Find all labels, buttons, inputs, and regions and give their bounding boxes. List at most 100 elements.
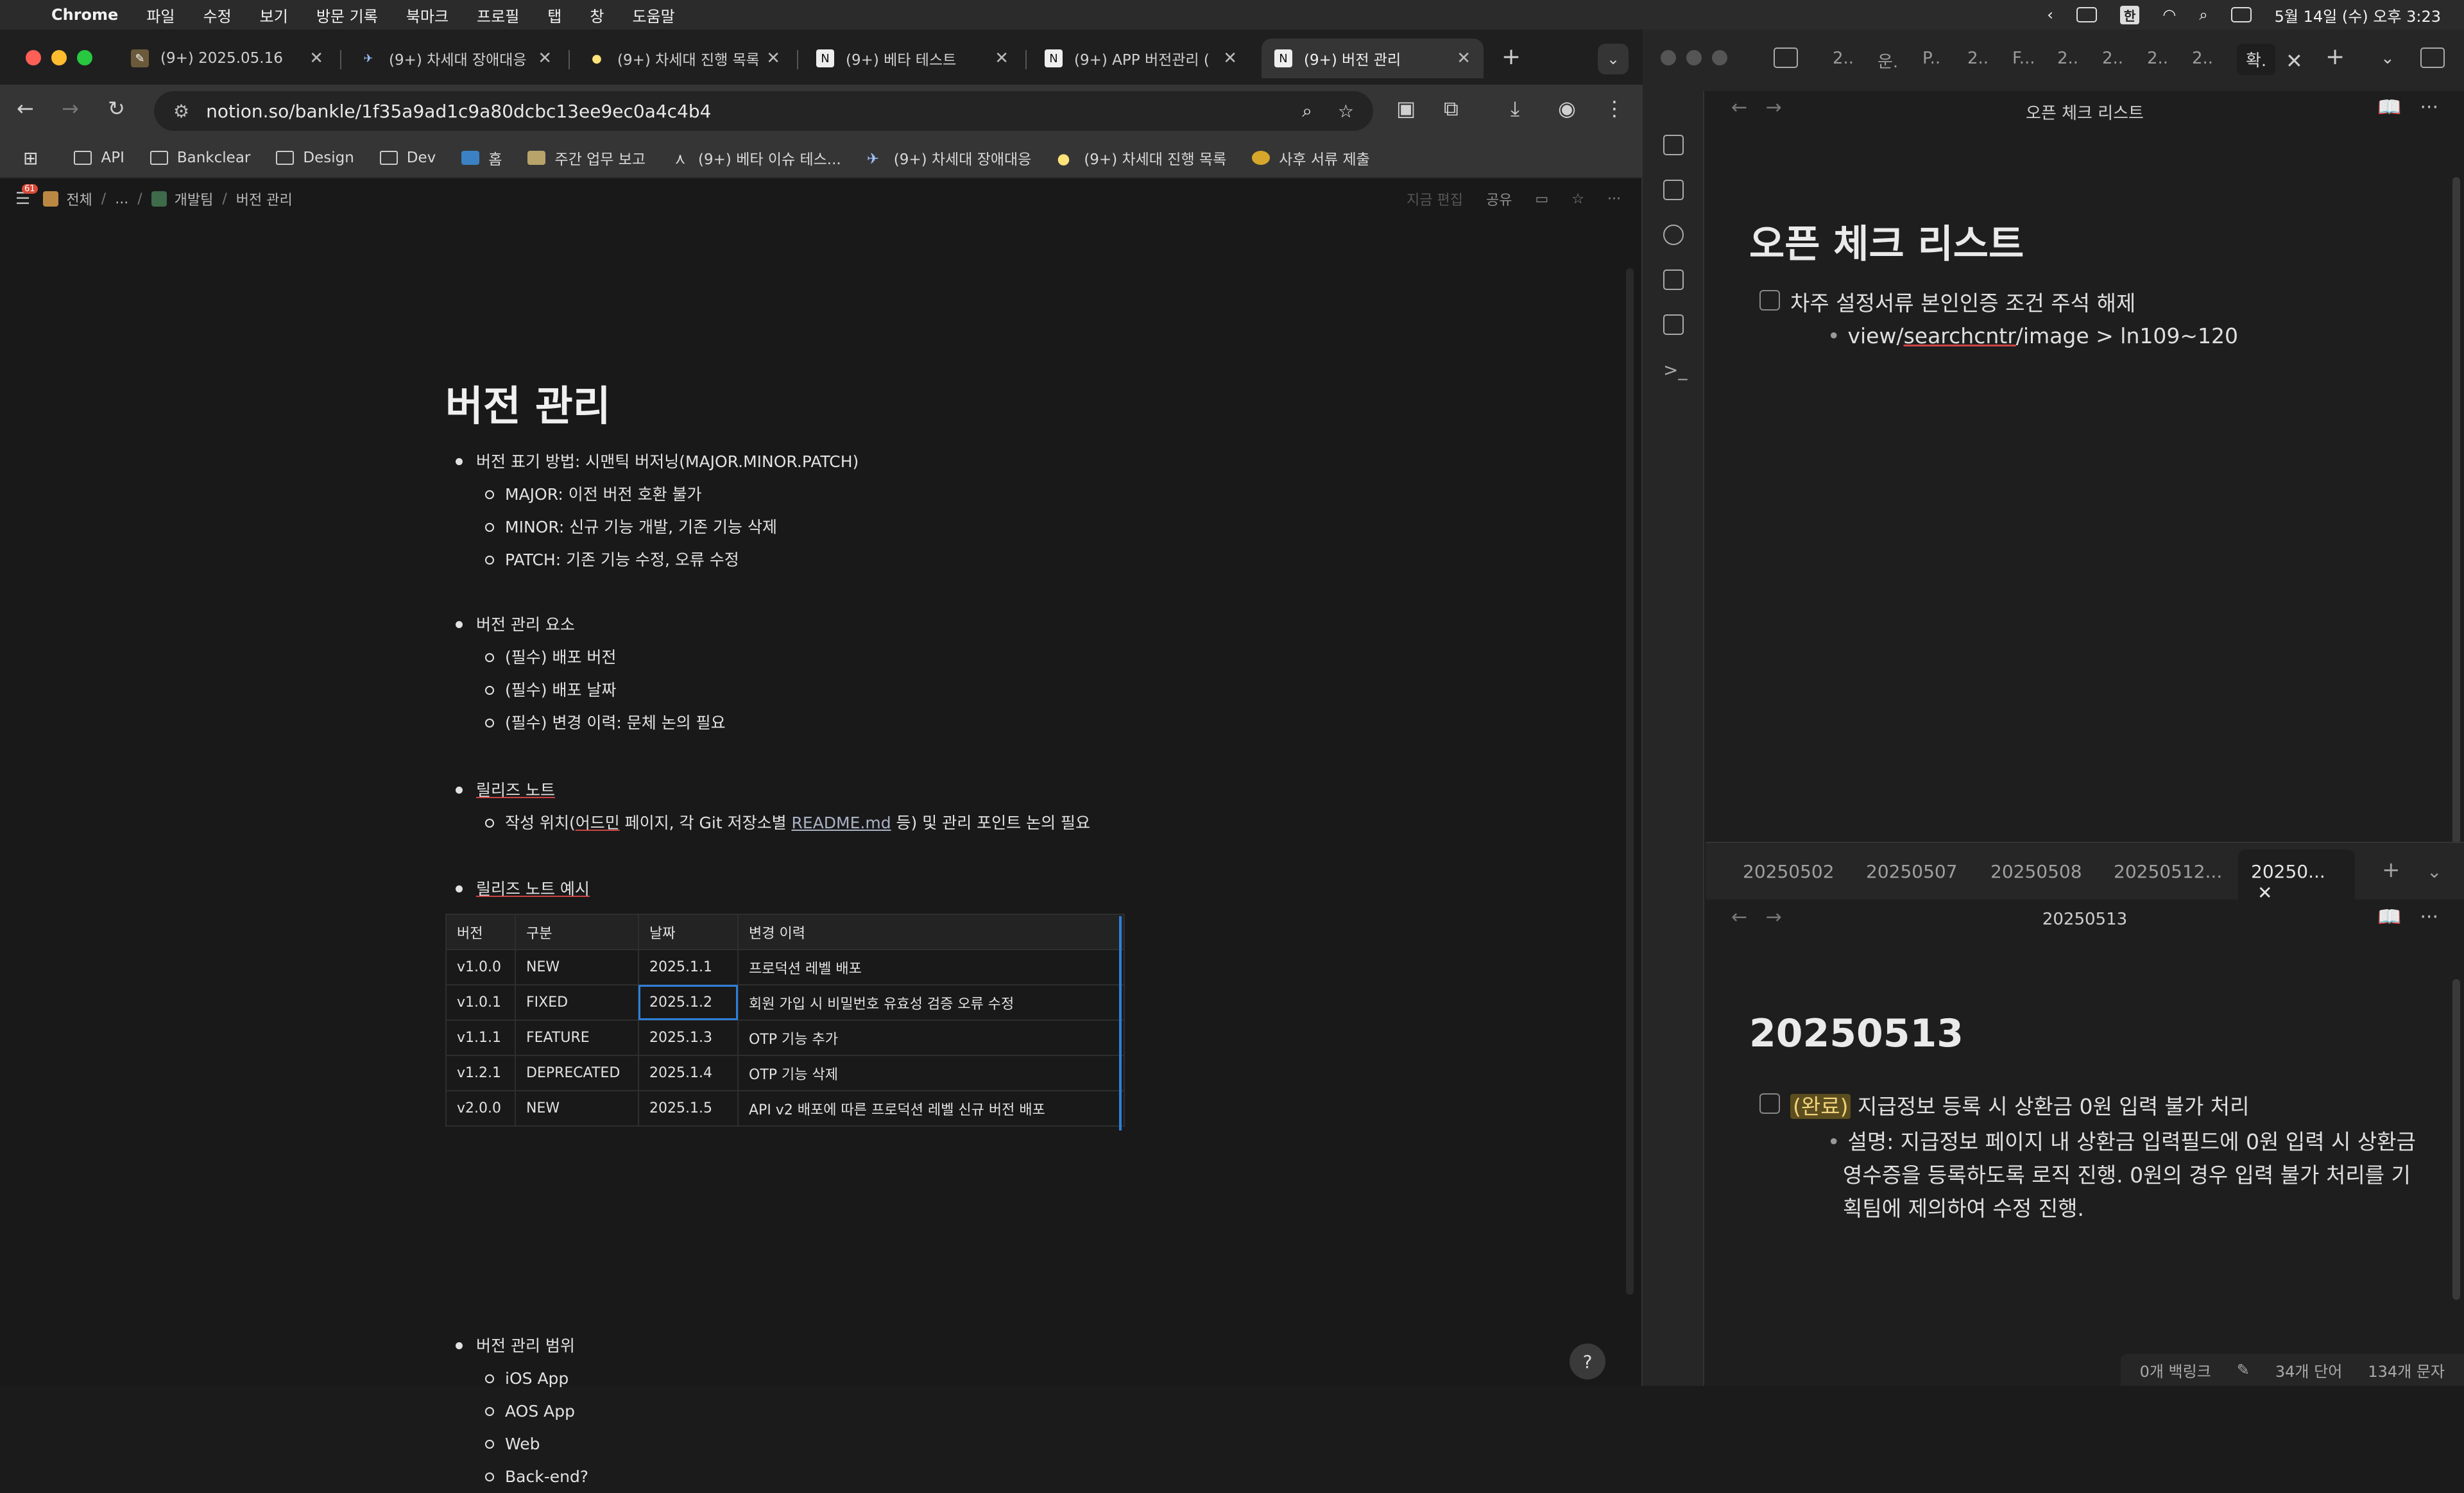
tab-item[interactable]: 20250508 (1990, 861, 2082, 882)
extensions-icon[interactable]: ⧉ (1444, 96, 1459, 121)
minimize-window-button[interactable] (51, 50, 67, 65)
list-item[interactable]: 버전 관리 요소 (453, 608, 726, 641)
table-cell[interactable]: v1.0.0 (445, 949, 516, 985)
new-tab-icon[interactable]: + (2325, 44, 2345, 70)
list-item[interactable]: 작성 위치(어드민 페이지, 각 Git 저장소별 README.md 등) 및… (453, 806, 1090, 839)
close-icon[interactable]: ✕ (995, 49, 1009, 68)
table-cell[interactable]: v1.1.1 (445, 1020, 516, 1056)
minimize-window-button[interactable] (1686, 50, 1702, 65)
table-cell[interactable]: DEPRECATED (515, 1055, 639, 1091)
terminal-icon[interactable]: >_ (1663, 359, 1687, 380)
bookmark-incident-response[interactable]: ✈ (9+) 차세대 장애대응 (867, 147, 1032, 169)
task-text[interactable]: 차주 설정서류 본인인증 조건 주석 해제 (1790, 286, 2135, 317)
table-cell[interactable]: 2025.1.1 (638, 949, 739, 985)
note-title-header[interactable]: 오픈 체크 리스트 (1706, 100, 2464, 124)
control-center-icon[interactable] (2230, 7, 2252, 22)
graph-icon[interactable] (1663, 225, 1684, 245)
apps-grid-icon[interactable]: ⊞ (23, 148, 38, 169)
site-info-icon[interactable]: ⚙ (173, 101, 189, 122)
tab-app-version[interactable]: N (9+) APP 버전관리 ( ✕ (1032, 38, 1250, 78)
more-icon[interactable]: ··· (1607, 191, 1621, 207)
sub-bullet[interactable]: • view/searchcntr/image > ln109~120 (1827, 323, 2238, 348)
chevron-left-icon[interactable]: ‹ (2047, 6, 2053, 24)
tab-item[interactable]: 20250507 (1866, 861, 1958, 882)
close-icon[interactable]: ✕ (766, 49, 780, 68)
note-heading[interactable]: 20250513 (1749, 1011, 1964, 1056)
tab-item[interactable]: F... (2012, 49, 2035, 68)
search-icon[interactable]: ⌕ (2199, 6, 2207, 24)
list-item[interactable]: PATCH: 기존 기능 수정, 오류 수정 (453, 543, 859, 576)
bookmark-weekly-report[interactable]: 주간 업무 보고 (527, 147, 646, 169)
calendar-icon[interactable] (1663, 180, 1684, 200)
menu-help[interactable]: 도움말 (632, 4, 674, 26)
table-header-cell[interactable]: 구분 (515, 914, 639, 950)
tab-item[interactable]: 2.. (1833, 49, 1854, 68)
task-checkbox[interactable] (1759, 1093, 1780, 1114)
table-cell[interactable]: v1.2.1 (445, 1055, 516, 1091)
keyboard-icon[interactable] (2076, 7, 2097, 22)
tab-item[interactable]: 2.. (2057, 49, 2078, 68)
table-header-cell[interactable]: 버전 (445, 914, 516, 950)
note-heading[interactable]: 오픈 체크 리스트 (1749, 213, 2024, 269)
list-item[interactable]: 버전 표기 방법: 시맨틱 버저닝(MAJOR.MINOR.PATCH) (453, 445, 859, 478)
table-cell[interactable]: v1.0.1 (445, 984, 516, 1021)
readme-link[interactable]: README.md (792, 814, 891, 832)
table-cell[interactable]: 프로덕션 레벨 배포 (737, 949, 1125, 985)
table-cell[interactable]: NEW (515, 1090, 639, 1127)
tab-item[interactable]: 2.. (2102, 49, 2123, 68)
bookmark-post-docs[interactable]: 사후 서류 제출 (1252, 147, 1370, 169)
list-item[interactable]: 릴리즈 노트 예시 (453, 873, 590, 905)
menu-view[interactable]: 보기 (260, 4, 288, 26)
list-item[interactable]: (필수) 배포 버전 (453, 641, 726, 674)
url-text[interactable]: notion.so/bankle/1f35a9ad1c9a80dcbc13ee9… (206, 101, 711, 122)
new-tab-icon[interactable]: + (2382, 857, 2400, 883)
list-item[interactable]: 버전 관리 범위 (453, 1329, 588, 1362)
table-cell[interactable]: API v2 배포에 따른 프로덕션 레벨 신규 버전 배포 (737, 1090, 1125, 1127)
table-cell[interactable]: FIXED (515, 984, 639, 1021)
tab-item[interactable]: P.. (1922, 49, 1940, 68)
tab-item[interactable]: 운. (1878, 49, 1898, 73)
breadcrumb-current[interactable]: 버전 관리 (236, 189, 293, 209)
bookmark-api[interactable]: API (74, 149, 124, 166)
chevron-down-icon[interactable]: ⌄ (2427, 861, 2442, 882)
list-item[interactable]: iOS App (453, 1362, 588, 1395)
blocks-icon[interactable] (1663, 269, 1684, 290)
breadcrumb-ellipsis[interactable]: ... (115, 191, 128, 207)
tab-item[interactable]: 2.. (2147, 49, 2168, 68)
address-bar[interactable]: ⚙ notion.so/bankle/1f35a9ad1c9a80dcbc13e… (154, 91, 1373, 131)
reload-icon[interactable]: ↻ (108, 96, 125, 121)
backlinks-count[interactable]: 0개 백링크 (2140, 1359, 2211, 1381)
new-tab-icon[interactable]: + (1502, 44, 1521, 70)
table-cell[interactable]: OTP 기능 삭제 (737, 1055, 1125, 1091)
wifi-icon[interactable]: ◠ (2162, 6, 2176, 24)
menu-bookmarks[interactable]: 북마크 (406, 4, 449, 26)
breadcrumb-all[interactable]: 전체 (66, 189, 92, 209)
tab-item-active[interactable]: 확. (2237, 44, 2276, 75)
tab-beta-test[interactable]: N (9+) 베타 테스트 ✕ (803, 38, 1022, 78)
more-icon[interactable]: ··· (2420, 96, 2438, 119)
close-icon[interactable]: ✕ (2286, 49, 2303, 73)
bookmark-design[interactable]: Design (276, 149, 354, 166)
menu-tab[interactable]: 탭 (547, 4, 561, 26)
comments-icon[interactable]: ▭ (1535, 191, 1548, 207)
menu-icon[interactable]: ⋮ (1604, 96, 1625, 121)
task-text[interactable]: (완료) 지급정보 등록 시 상환금 0원 입력 불가 처리 (1790, 1089, 2250, 1120)
tab-incident-response[interactable]: ✈ (9+) 차세대 장애대응 ✕ (346, 38, 565, 78)
table-cell[interactable]: 2025.1.5 (638, 1090, 739, 1127)
zoom-window-button[interactable] (77, 50, 92, 65)
note-title-header[interactable]: 20250513 (1706, 910, 2464, 929)
tab-item[interactable]: 20250502 (1743, 861, 1835, 882)
bookmark-progress-list[interactable]: ● (9+) 차세대 진행 목록 (1057, 147, 1226, 169)
zoom-icon[interactable]: ⌕ (1302, 100, 1312, 122)
tab-version-management[interactable]: N (9+) 버전 관리 ✕ (1262, 38, 1484, 78)
list-item[interactable]: 릴리즈 노트 (453, 774, 1090, 806)
table-cell-selected[interactable]: 2025.1.2 (638, 984, 739, 1021)
list-item[interactable]: MAJOR: 이전 버전 호환 불가 (453, 478, 859, 511)
tab-item[interactable]: 2.. (2192, 49, 2213, 68)
table-header-cell[interactable]: 날짜 (638, 914, 739, 950)
close-window-button[interactable] (26, 50, 41, 65)
chevron-down-icon[interactable]: ⌄ (2381, 49, 2395, 68)
close-icon[interactable]: ✕ (1223, 49, 1237, 68)
copy-icon[interactable] (1663, 314, 1684, 335)
bookmark-dev[interactable]: Dev (379, 149, 436, 166)
